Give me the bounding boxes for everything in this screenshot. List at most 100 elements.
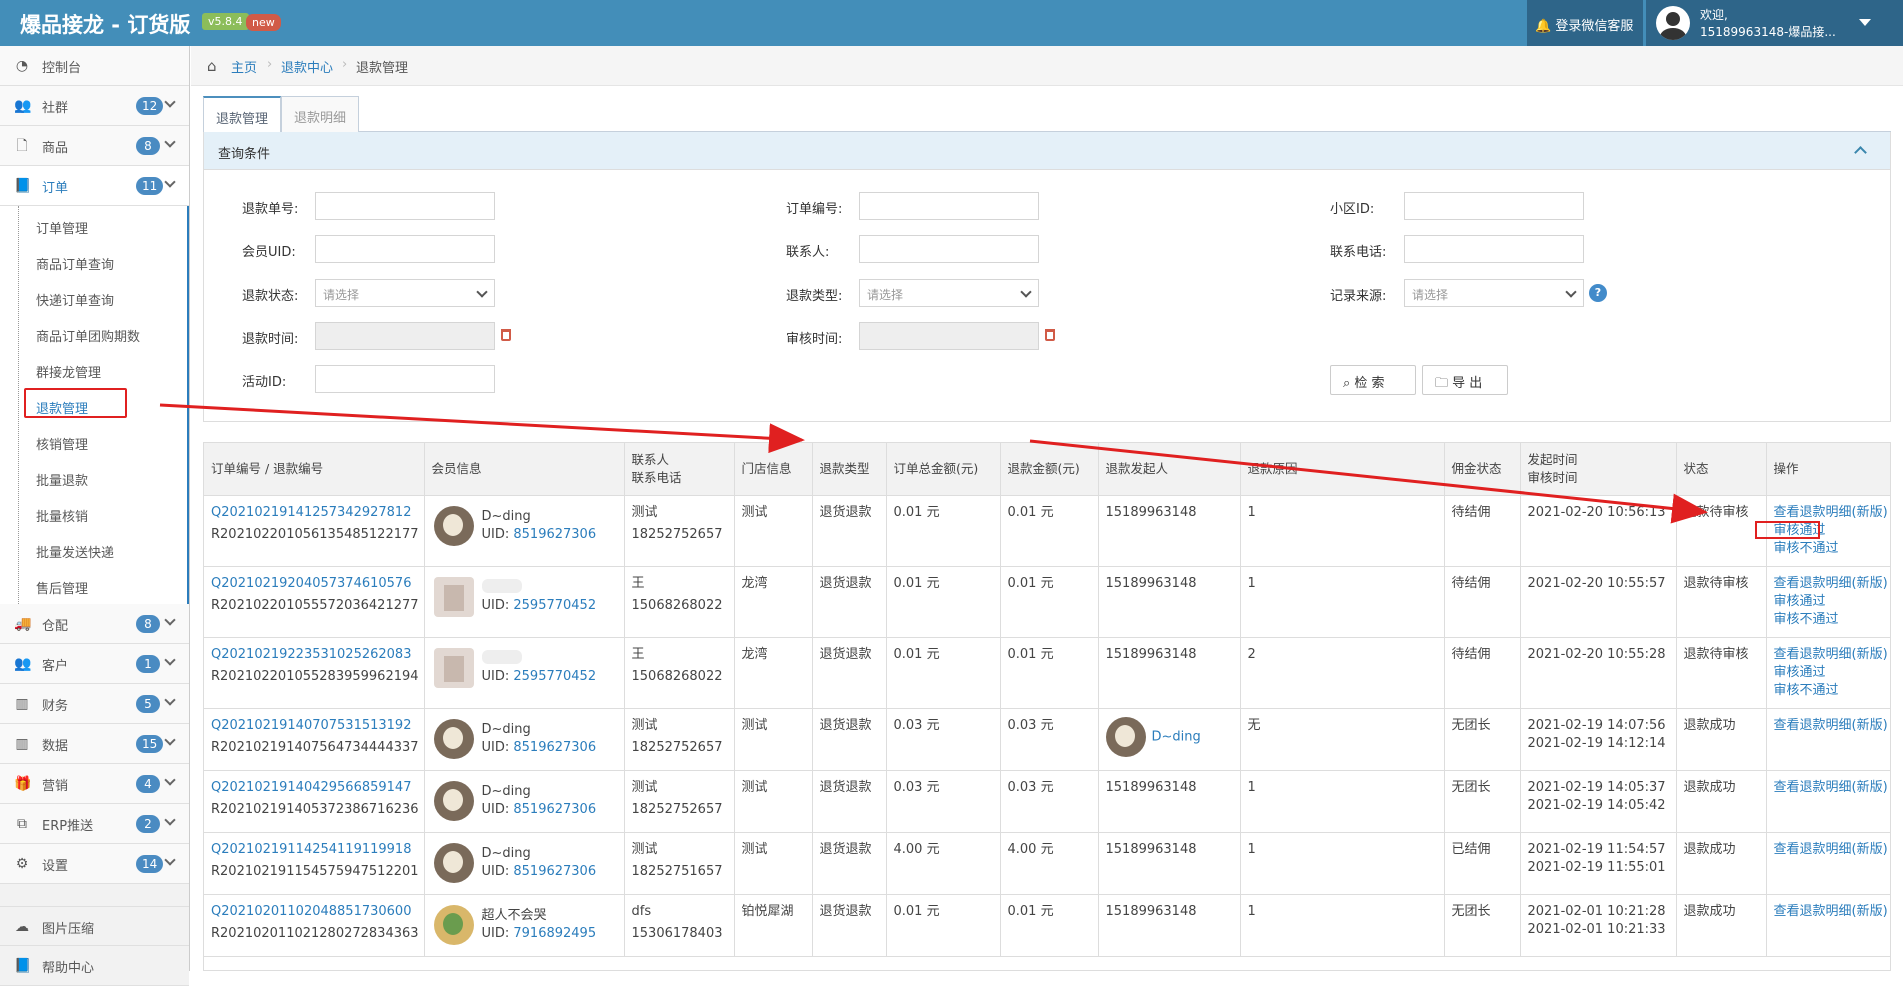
version-badge: v5.8.4 bbox=[202, 13, 249, 30]
initiator-name[interactable]: D~ding bbox=[1152, 729, 1201, 744]
sidebar-item-erp-push[interactable]: ⧉ ERP推送 2 bbox=[0, 804, 189, 844]
order-no-link[interactable]: Q20210219223531025262083 bbox=[211, 646, 417, 664]
approve-link[interactable]: 审核通过 bbox=[1774, 593, 1885, 611]
member-uid-link[interactable]: 8519627306 bbox=[513, 740, 596, 755]
view-refund-detail-link[interactable]: 查看退款明细(新版) bbox=[1774, 504, 1888, 522]
sidebar-item-community[interactable]: 👥 社群 12 bbox=[0, 86, 189, 126]
cell-reason: 1 bbox=[1240, 894, 1445, 957]
member-uid-link[interactable]: 2595770452 bbox=[513, 669, 596, 684]
submenu-product-order-query[interactable]: 商品订单查询 bbox=[36, 254, 114, 273]
tab-refund-detail[interactable]: 退款明细 bbox=[281, 96, 360, 132]
submenu-batch-refund[interactable]: 批量退款 bbox=[36, 470, 88, 489]
sidebar-item-products[interactable]: 🗋 商品 8 bbox=[0, 126, 189, 166]
order-no-link[interactable]: Q20210219141257342927812 bbox=[211, 504, 417, 522]
member-uid-input[interactable] bbox=[315, 235, 495, 263]
sidebar-item-settings[interactable]: ⚙ 设置 14 bbox=[0, 844, 189, 884]
cell-order-no: Q20210219204057374610576 R202102201055572… bbox=[204, 566, 425, 638]
approve-link[interactable]: 审核通过 bbox=[1774, 664, 1885, 682]
submenu-express-order-query[interactable]: 快递订单查询 bbox=[36, 290, 114, 309]
view-refund-detail-link[interactable]: 查看退款明细(新版) bbox=[1774, 717, 1888, 735]
refund-type-select[interactable]: 请选择 bbox=[859, 279, 1039, 307]
initiator: 15189963148 bbox=[1105, 575, 1197, 591]
activity-id-input[interactable] bbox=[315, 365, 495, 393]
member-uid-link[interactable]: 2595770452 bbox=[513, 598, 596, 613]
cogs-icon: ⚙ bbox=[15, 856, 29, 872]
view-refund-detail-link[interactable]: 查看退款明细(新版) bbox=[1774, 575, 1888, 593]
sidebar-item-warehouse[interactable]: 🚚 仓配 8 bbox=[0, 604, 189, 644]
start-time: 2021-02-19 11:54:57 bbox=[1527, 841, 1666, 857]
audit-time-input[interactable] bbox=[859, 322, 1039, 350]
reject-link[interactable]: 审核不通过 bbox=[1774, 682, 1885, 700]
reject-link[interactable]: 审核不通过 bbox=[1774, 540, 1885, 558]
new-badge: new bbox=[246, 14, 281, 31]
contact-phone: 15306178403 bbox=[631, 925, 723, 941]
view-refund-detail-link[interactable]: 查看退款明细(新版) bbox=[1774, 646, 1888, 664]
wechat-service-button[interactable]: 🔔 登录微信客服 bbox=[1527, 0, 1643, 46]
user-avatar-icon bbox=[1656, 6, 1690, 40]
sidebar-item-image-compress[interactable]: ☁ 图片压缩 bbox=[0, 906, 189, 946]
submenu-batch-send-express[interactable]: 批量发送快递 bbox=[36, 542, 114, 561]
trash-icon[interactable] bbox=[501, 329, 511, 341]
annotation-highlight-box bbox=[1755, 521, 1820, 539]
contact-input[interactable] bbox=[859, 235, 1039, 263]
community-id-input[interactable] bbox=[1404, 192, 1584, 220]
cell-store: 龙湾 bbox=[734, 566, 813, 638]
view-refund-detail-link[interactable]: 查看退款明细(新版) bbox=[1774, 841, 1888, 859]
trash-icon[interactable] bbox=[1045, 329, 1055, 341]
member-uid-link[interactable]: 8519627306 bbox=[513, 864, 596, 879]
member-uid-link[interactable]: 8519627306 bbox=[513, 802, 596, 817]
order-no-link[interactable]: Q20210219204057374610576 bbox=[211, 575, 417, 593]
col-contact: 联系人 联系电话 bbox=[624, 443, 735, 496]
sidebar-item-customers[interactable]: 👥 客户 1 bbox=[0, 644, 189, 684]
chevron-up-icon[interactable] bbox=[1854, 146, 1867, 159]
home-icon[interactable]: ⌂ bbox=[207, 57, 217, 75]
view-refund-detail-link[interactable]: 查看退款明细(新版) bbox=[1774, 779, 1888, 797]
tab-refund-management[interactable]: 退款管理 bbox=[203, 96, 282, 133]
cell-order-total: 0.01 元 bbox=[886, 566, 1001, 638]
view-refund-detail-link[interactable]: 查看退款明细(新版) bbox=[1774, 903, 1888, 921]
submenu-group-solitaire[interactable]: 群接龙管理 bbox=[36, 362, 101, 381]
submenu-verification-management[interactable]: 核销管理 bbox=[36, 434, 88, 453]
sidebar-item-label: ERP推送 bbox=[42, 819, 94, 834]
cell-order-total: 0.01 元 bbox=[886, 495, 1001, 567]
member-uid-link[interactable]: 8519627306 bbox=[513, 527, 596, 542]
submenu-batch-verification[interactable]: 批量核销 bbox=[36, 506, 88, 525]
refund-time-input[interactable] bbox=[315, 322, 495, 350]
order-no-link[interactable]: Q20210219114254119119918 bbox=[211, 841, 417, 859]
phone-input[interactable] bbox=[1404, 235, 1584, 263]
order-no-input[interactable] bbox=[859, 192, 1039, 220]
sidebar-item-help-center[interactable]: 📘 帮助中心 bbox=[0, 946, 189, 986]
sidebar-item-marketing[interactable]: 🎁 营销 4 bbox=[0, 764, 189, 804]
book-icon: 📘 bbox=[14, 958, 32, 974]
breadcrumb-refund-center[interactable]: 退款中心 bbox=[281, 57, 333, 76]
breadcrumb-home[interactable]: 主页 bbox=[231, 57, 257, 76]
order-no-link[interactable]: Q20210219140429566859147 bbox=[211, 779, 417, 797]
refund-no-input[interactable] bbox=[315, 192, 495, 220]
export-button[interactable]: 🗀 导 出 bbox=[1422, 365, 1508, 395]
sidebar-item-orders[interactable]: 📘 订单 11 bbox=[0, 166, 189, 206]
sidebar-item-data[interactable]: ▥ 数据 15 bbox=[0, 724, 189, 764]
search-button[interactable]: ⌕ 检 索 bbox=[1330, 365, 1416, 395]
user-menu[interactable]: 欢迎, 15189963148-爆品接... bbox=[1646, 0, 1903, 46]
order-no-link[interactable]: Q20210219140707531513192 bbox=[211, 717, 417, 735]
submenu-order-management[interactable]: 订单管理 bbox=[36, 218, 88, 237]
sidebar-item-finance[interactable]: ▥ 财务 5 bbox=[0, 684, 189, 724]
sidebar-item-dashboard[interactable]: ◔ 控制台 bbox=[0, 46, 189, 86]
cell-refund-amount: 0.03 元 bbox=[1000, 770, 1099, 833]
refund-status-select[interactable]: 请选择 bbox=[315, 279, 495, 307]
cell-operations: 查看退款明细(新版) 审核通过 审核不通过 bbox=[1766, 566, 1890, 638]
member-uid-link[interactable]: 7916892495 bbox=[513, 926, 596, 941]
submenu-after-sales[interactable]: 售后管理 bbox=[36, 578, 88, 597]
order-no-link[interactable]: Q20210201102048851730600 bbox=[211, 903, 417, 921]
cell-store: 测试 bbox=[734, 832, 813, 895]
col-reason: 退款原因 bbox=[1240, 443, 1445, 496]
submenu-group-buy-period[interactable]: 商品订单团购期数 bbox=[36, 326, 140, 345]
gift-icon: 🎁 bbox=[14, 776, 32, 792]
reject-link[interactable]: 审核不通过 bbox=[1774, 611, 1885, 629]
help-icon[interactable]: ? bbox=[1589, 284, 1607, 302]
app-title[interactable]: 爆品接龙 - 订货版 bbox=[20, 9, 190, 39]
sidebar-item-label: 数据 bbox=[42, 739, 69, 754]
cell-commission: 无团长 bbox=[1444, 894, 1521, 957]
source-select[interactable]: 请选择 bbox=[1404, 279, 1584, 307]
caret-down-icon[interactable] bbox=[1859, 19, 1871, 26]
